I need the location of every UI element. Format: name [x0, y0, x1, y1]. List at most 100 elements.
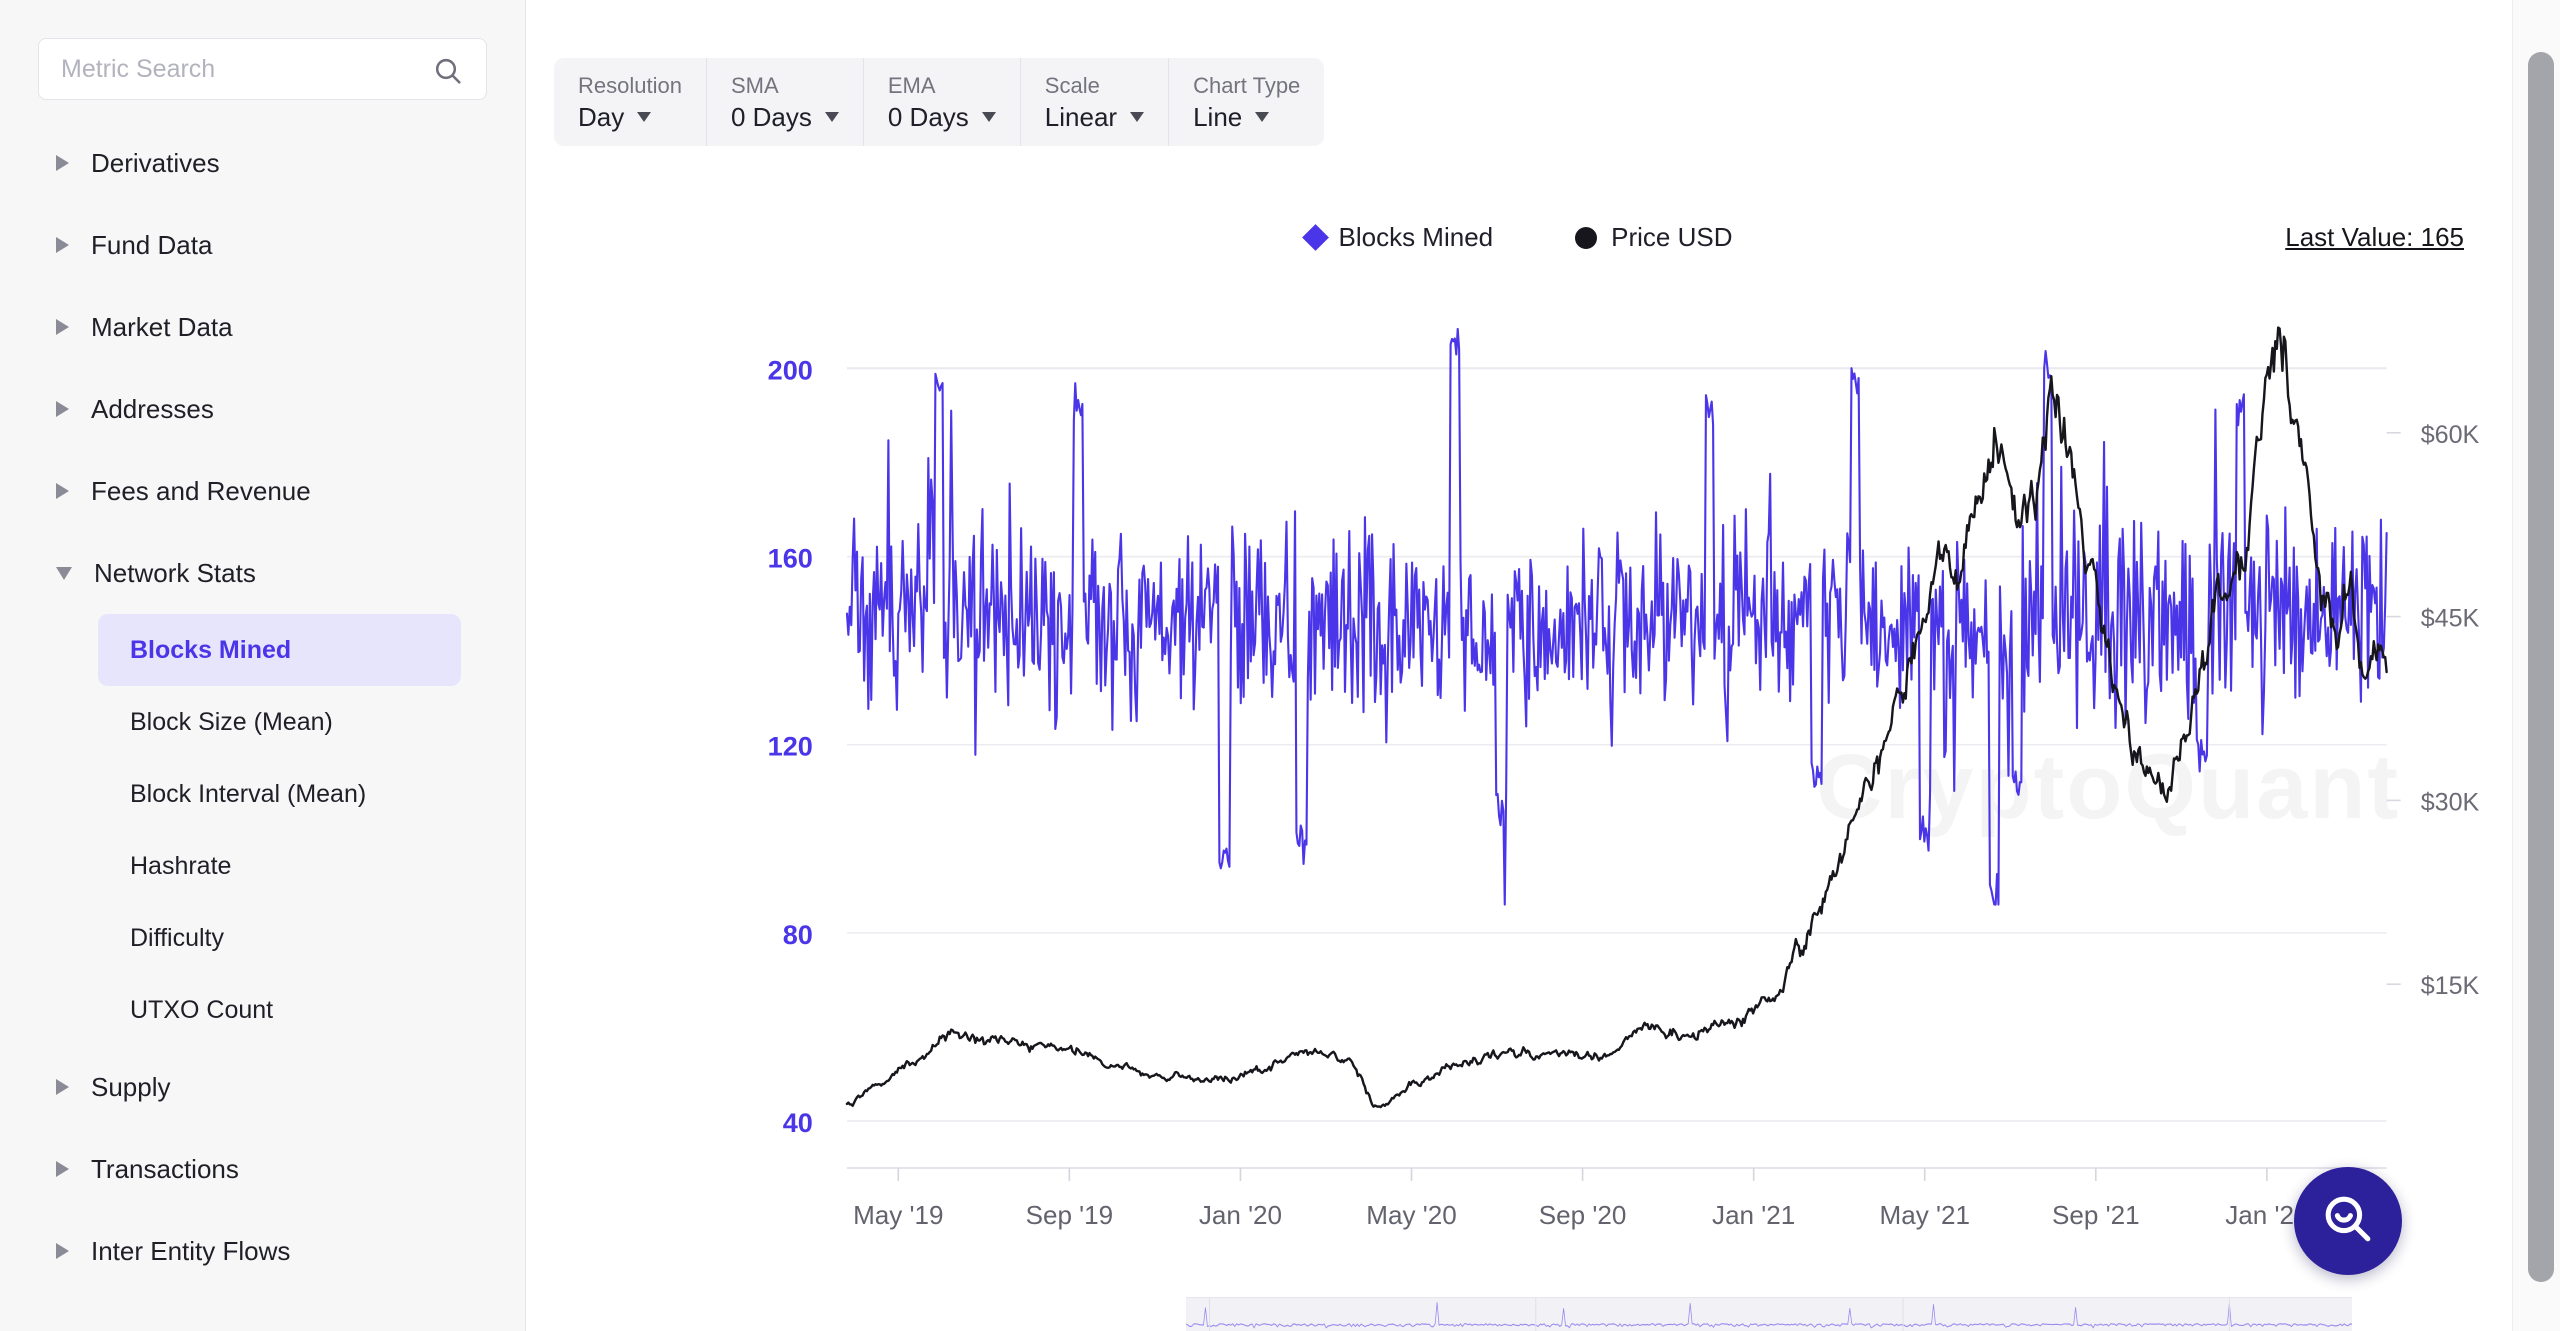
legend-label-price-usd: Price USD [1611, 222, 1733, 252]
chevron-down-icon [637, 111, 652, 122]
search-input[interactable] [61, 54, 464, 84]
toolbar-control-ema[interactable]: EMA 0 Days [864, 58, 1021, 146]
toolbar-value-row-sma[interactable]: 0 Days [731, 104, 839, 130]
chart-legend: Blocks Mined Price USD [526, 222, 2512, 253]
chevron-down-icon [981, 111, 996, 122]
range-selector-line [1186, 1302, 2352, 1329]
sidebar-group-label: Fund Data [91, 229, 213, 260]
sidebar-item-label: UTXO Count [130, 995, 274, 1024]
legend-item-price-usd[interactable]: Price USD [1575, 222, 1732, 253]
sidebar-group-fees-and-revenue[interactable]: Fees and Revenue [0, 450, 525, 532]
sidebar-nav: Derivatives Fund Data Market Data Addresses… [0, 122, 525, 1292]
sidebar-group-addresses[interactable]: Addresses [0, 368, 525, 450]
sidebar-item-block-interval-mean[interactable]: Block Interval (Mean) [98, 758, 461, 830]
toolbar-value-row-chart-type[interactable]: Line [1193, 104, 1300, 130]
toolbar-label-ema: EMA [887, 72, 936, 98]
x-axis-tick: Jan '21 [1712, 1200, 1795, 1230]
chevron-down-icon [1130, 111, 1145, 122]
circle-marker-icon [1575, 226, 1598, 249]
chevron-right-icon [56, 1243, 69, 1259]
toolbar-label-resolution: Resolution [578, 72, 682, 98]
x-axis-tick: Sep '19 [1026, 1200, 1114, 1230]
sidebar-item-difficulty[interactable]: Difficulty [98, 902, 461, 974]
chart-plot-area[interactable]: 200 160 120 80 40 $60K $45K $30K $15K May '19 Sep … [526, 268, 2512, 1268]
toolbar-value-row-resolution[interactable]: Day [578, 104, 682, 130]
app-root: Derivatives Fund Data Market Data Addresses… [0, 0, 2560, 1331]
toolbar-value-row-ema[interactable]: 0 Days [888, 104, 996, 130]
y-axis-right-tick: $45K [2421, 605, 2480, 633]
toolbar-value-scale: Linear [1044, 101, 1118, 132]
sidebar-group-network-stats[interactable]: Network Stats [0, 532, 525, 614]
sidebar-item-label: Difficulty [130, 923, 225, 952]
toolbar-label-scale: Scale [1044, 72, 1100, 98]
legend-label-blocks-mined: Blocks Mined [1338, 222, 1494, 252]
chevron-right-icon [56, 1161, 69, 1177]
chart-svg: 200 160 120 80 40 $60K $45K $30K $15K May '19 Sep … [768, 326, 2480, 1230]
chevron-right-icon [56, 155, 69, 171]
y-axis-left-tick: 40 [783, 1108, 813, 1138]
sidebar-group-label: Supply [91, 1071, 171, 1102]
sidebar-item-label: Blocks Mined [130, 635, 292, 664]
sidebar-group-fund-data[interactable]: Fund Data [0, 204, 525, 286]
sidebar-item-block-size-mean[interactable]: Block Size (Mean) [98, 686, 461, 758]
toolbar-value-resolution: Day [578, 101, 625, 132]
range-selector[interactable] [1186, 1297, 2352, 1331]
sidebar-item-label: Block Size (Mean) [130, 707, 333, 736]
sidebar-group-market-data[interactable]: Market Data [0, 286, 525, 368]
sidebar-item-label: Hashrate [130, 851, 232, 880]
y-axis-right-tick: $60K [2421, 421, 2480, 449]
sidebar-item-hashrate[interactable]: Hashrate [98, 830, 461, 902]
toolbar-value-chart-type: Line [1193, 101, 1243, 132]
toolbar-control-sma[interactable]: SMA 0 Days [707, 58, 864, 146]
chart-panel: Resolution Day SMA 0 Days EMA 0 Days Scale Line… [526, 0, 2512, 1331]
sidebar-group-label: Addresses [91, 393, 214, 424]
x-axis-tick: May '19 [853, 1200, 943, 1230]
chevron-right-icon [56, 237, 69, 253]
y-axis-right-tick: $30K [2421, 788, 2480, 816]
toolbar-control-resolution[interactable]: Resolution Day [554, 58, 707, 146]
sidebar-group-inter-entity-flows[interactable]: Inter Entity Flows [0, 1210, 525, 1292]
last-value-label[interactable]: Last Value: 165 [2285, 222, 2464, 253]
x-axis-tick: Sep '20 [1539, 1200, 1627, 1230]
metrics-sidebar: Derivatives Fund Data Market Data Addresses… [0, 0, 526, 1331]
sidebar-group-transactions[interactable]: Transactions [0, 1128, 525, 1210]
range-selector-preview [1186, 1298, 2352, 1331]
sidebar-group-label: Market Data [91, 311, 233, 342]
y-axis-left-tick: 200 [768, 356, 813, 386]
chevron-down-icon [1255, 111, 1270, 122]
toolbar-label-sma: SMA [730, 72, 779, 98]
sidebar-group-label: Inter Entity Flows [91, 1235, 291, 1266]
y-axis-left-tick: 120 [768, 732, 813, 762]
x-axis-tick: May '21 [1880, 1200, 1970, 1230]
page-scrollbar-track[interactable] [2512, 0, 2560, 1331]
sidebar-group-supply[interactable]: Supply [0, 1046, 525, 1128]
metric-search-box[interactable] [38, 38, 487, 100]
chevron-down-icon [56, 566, 72, 580]
sidebar-group-label: Transactions [91, 1153, 239, 1184]
chevron-right-icon [56, 319, 69, 335]
legend-item-blocks-mined[interactable]: Blocks Mined [1301, 222, 1494, 253]
toolbar-value-ema: 0 Days [887, 101, 969, 132]
chevron-down-icon [824, 111, 839, 122]
y-axis-left-tick: 160 [768, 544, 813, 574]
chevron-right-icon [56, 401, 69, 417]
x-axis-tick: Sep '21 [2052, 1200, 2140, 1230]
series-line-price-usd [845, 326, 2388, 1109]
series-line-blocks-mined [845, 327, 2388, 906]
toolbar-value-row-scale[interactable]: Linear [1044, 101, 1145, 132]
toolbar-control-chart-type[interactable]: Chart Type Line [1169, 58, 1324, 146]
sidebar-group-derivatives[interactable]: Derivatives [0, 122, 525, 204]
search-fab-button[interactable] [2294, 1167, 2402, 1275]
y-axis-right-tick: $15K [2421, 972, 2480, 1000]
chevron-right-icon [56, 1079, 69, 1095]
page-scrollbar-thumb[interactable] [2528, 52, 2554, 1282]
x-axis-tick: Jan '20 [1199, 1200, 1282, 1230]
chart-toolbar: Resolution Day SMA 0 Days EMA 0 Days Scale Line… [554, 58, 1325, 146]
sidebar-group-label: Fees and Revenue [91, 475, 311, 506]
chevron-right-icon [56, 483, 69, 499]
search-smile-icon [2319, 1190, 2377, 1253]
sidebar-item-blocks-mined[interactable]: Blocks Mined [98, 614, 461, 686]
sidebar-item-utxo-count[interactable]: UTXO Count [98, 974, 461, 1046]
toolbar-label-chart-type: Chart Type [1193, 72, 1301, 98]
toolbar-control-scale[interactable]: Scale Linear [1021, 58, 1170, 146]
